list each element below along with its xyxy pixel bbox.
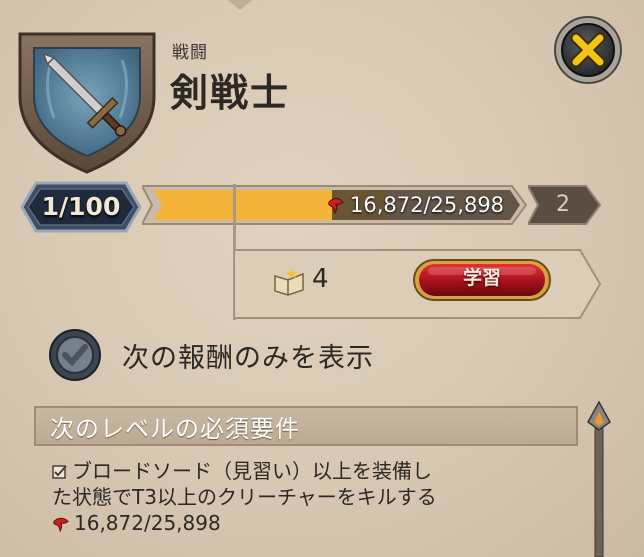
book-count: 4 bbox=[312, 264, 329, 294]
close-button[interactable] bbox=[552, 14, 624, 86]
requirements-header-label: 次のレベルの必須要件 bbox=[50, 415, 300, 443]
requirement-line-1: ブロードソード（見習い）以上を装備し bbox=[72, 459, 432, 483]
next-reward-toggle[interactable] bbox=[48, 328, 102, 382]
checkbox-icon bbox=[52, 465, 67, 479]
requirement-line-2: た状態でT3以上のクリーチャーをキルする bbox=[52, 485, 437, 509]
scrollbar[interactable] bbox=[586, 400, 612, 557]
skill-title: 剣戦士 bbox=[170, 71, 291, 115]
xp-value: 16,872/25,898 bbox=[350, 193, 505, 217]
requirement-progress-value: 16,872/25,898 bbox=[74, 511, 221, 535]
next-level-label: 2 bbox=[556, 192, 570, 217]
requirement-progress: 16,872/25,898 bbox=[52, 510, 221, 536]
toggle-label: 次の報酬のみを表示 bbox=[122, 343, 374, 374]
blood-drop-icon bbox=[53, 517, 69, 532]
sword-shield-crest-icon bbox=[18, 32, 156, 174]
requirement-text: ブロードソード（見習い）以上を装備し た状態でT3以上のクリーチャーをキルする bbox=[52, 458, 582, 510]
level-label: 1/100 bbox=[41, 192, 121, 221]
skill-book-icon bbox=[274, 268, 304, 296]
skill-category: 戦闘 bbox=[172, 43, 208, 63]
learn-button[interactable] bbox=[412, 258, 552, 304]
